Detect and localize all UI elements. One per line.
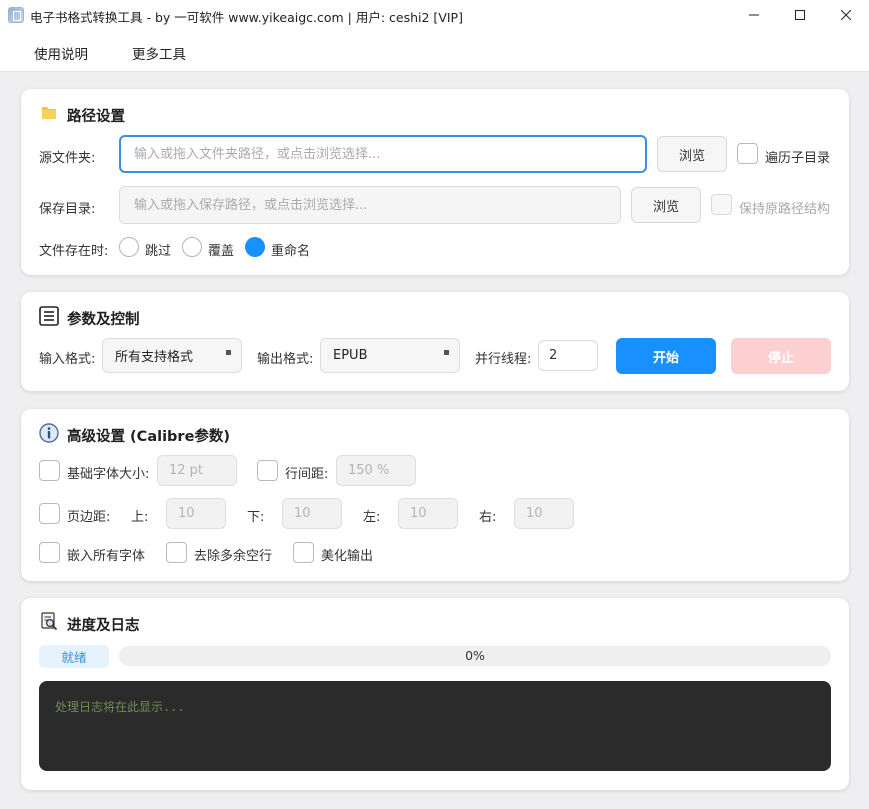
input-format-select[interactable]: 所有支持格式	[102, 338, 242, 373]
base-font-input[interactable]	[157, 455, 237, 486]
keep-structure-label: 保持原路径结构	[739, 202, 831, 217]
search-log-icon	[41, 612, 58, 631]
file-exists-label: 文件存在时:	[39, 244, 109, 259]
minimize-button[interactable]	[731, 0, 777, 30]
radio-rename[interactable]	[245, 237, 265, 257]
info-icon	[39, 423, 59, 443]
list-icon	[39, 306, 59, 326]
margin-label: 页边距:	[67, 510, 111, 525]
dropdown-arrow-icon	[444, 350, 449, 355]
menu-bar: 使用说明 更多工具	[0, 30, 869, 72]
pretty-output-checkbox[interactable]	[293, 542, 314, 563]
radio-overwrite[interactable]	[182, 237, 202, 257]
browse-source-button[interactable]: 浏览	[657, 136, 727, 172]
margin-bottom-input[interactable]	[282, 498, 342, 529]
embed-fonts-label: 嵌入所有字体	[67, 549, 146, 564]
base-font-label: 基础字体大小:	[67, 467, 150, 482]
folder-icon	[42, 107, 56, 119]
radio-rename-label: 重命名	[271, 244, 311, 259]
margin-bottom-label: 下:	[247, 510, 265, 525]
pretty-output-label: 美化输出	[321, 549, 374, 564]
margin-top-input[interactable]	[166, 498, 226, 529]
margin-checkbox[interactable]	[39, 503, 60, 524]
status-badge: 就绪	[39, 645, 109, 668]
progress-percent: 0%	[465, 648, 485, 663]
params-title: 参数及控制	[67, 312, 140, 328]
line-height-checkbox[interactable]	[257, 460, 278, 481]
threads-label: 并行线程:	[475, 352, 532, 367]
output-format-select[interactable]: EPUB	[320, 338, 460, 373]
remove-blank-checkbox[interactable]	[166, 542, 187, 563]
threads-input[interactable]	[538, 340, 598, 371]
title-bar: 电子书格式转换工具 - by 一可软件 www.yikeaigc.com | 用…	[0, 0, 869, 30]
maximize-icon	[795, 10, 805, 20]
remove-blank-label: 去除多余空行	[194, 549, 273, 564]
input-format-value: 所有支持格式	[115, 350, 194, 365]
recursive-label: 遍历子目录	[765, 151, 831, 166]
base-font-checkbox[interactable]	[39, 460, 60, 481]
browse-output-button[interactable]: 浏览	[631, 187, 701, 223]
source-folder-label: 源文件夹:	[39, 151, 96, 166]
margin-top-label: 上:	[131, 510, 149, 525]
path-settings-title: 路径设置	[67, 109, 125, 125]
stop-button[interactable]: 停止	[731, 338, 831, 374]
margin-right-input[interactable]	[514, 498, 574, 529]
recursive-checkbox[interactable]	[737, 143, 758, 164]
menu-item-more-tools[interactable]: 更多工具	[132, 43, 186, 63]
advanced-title: 高级设置 (Calibre参数)	[67, 429, 231, 445]
maximize-button[interactable]	[777, 0, 823, 30]
input-format-label: 输入格式:	[39, 352, 96, 367]
source-folder-input[interactable]	[119, 135, 647, 173]
log-area[interactable]: 处理日志将在此显示...	[39, 681, 831, 771]
progress-title: 进度及日志	[67, 618, 140, 634]
minimize-icon	[749, 14, 759, 16]
close-button[interactable]	[823, 0, 869, 30]
radio-skip-label: 跳过	[145, 244, 172, 259]
progress-bar: 0%	[119, 646, 831, 666]
margin-left-label: 左:	[363, 510, 381, 525]
margin-left-input[interactable]	[398, 498, 458, 529]
menu-item-usage[interactable]: 使用说明	[34, 43, 88, 63]
start-button[interactable]: 开始	[616, 338, 716, 374]
window-title: 电子书格式转换工具 - by 一可软件 www.yikeaigc.com | 用…	[30, 10, 463, 25]
line-height-input[interactable]	[336, 455, 416, 486]
log-placeholder: 处理日志将在此显示...	[55, 700, 185, 714]
output-folder-label: 保存目录:	[39, 202, 96, 217]
output-format-value: EPUB	[333, 348, 368, 363]
margin-right-label: 右:	[479, 510, 497, 525]
advanced-card: 高级设置 (Calibre参数)	[21, 409, 849, 581]
line-height-label: 行间距:	[285, 467, 329, 482]
output-folder-input[interactable]	[119, 186, 621, 224]
close-icon	[841, 10, 851, 20]
output-format-label: 输出格式:	[257, 352, 314, 367]
radio-skip[interactable]	[119, 237, 139, 257]
app-icon	[8, 7, 24, 23]
radio-overwrite-label: 覆盖	[208, 244, 235, 259]
keep-structure-checkbox[interactable]	[711, 194, 732, 215]
dropdown-arrow-icon	[226, 350, 231, 355]
embed-fonts-checkbox[interactable]	[39, 542, 60, 563]
